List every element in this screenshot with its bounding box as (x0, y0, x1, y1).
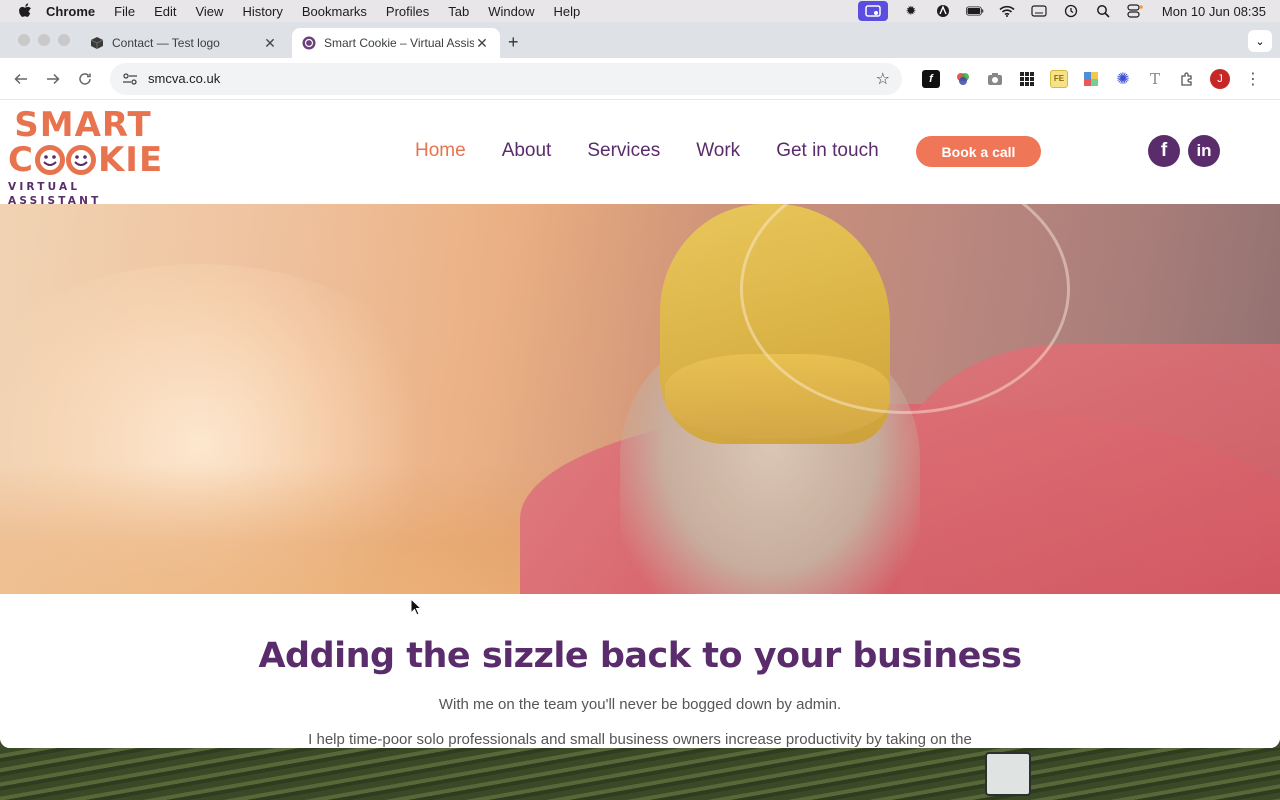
nav-services[interactable]: Services (587, 140, 660, 162)
menu-tab[interactable]: Tab (448, 4, 469, 19)
grid-extension-icon[interactable] (1018, 70, 1036, 88)
menu-profiles[interactable]: Profiles (386, 4, 429, 19)
reload-button[interactable] (74, 68, 96, 90)
site-header: SMART C KIE VIRTUAL ASSISTANT Home About… (0, 100, 1280, 207)
burst-extension-icon[interactable]: ✺ (1114, 70, 1132, 88)
bookmark-star-icon[interactable]: ☆ (876, 69, 890, 89)
back-button[interactable] (10, 68, 32, 90)
menu-file[interactable]: File (114, 4, 135, 19)
screen-record-icon[interactable] (857, 1, 888, 21)
macos-menubar: Chrome File Edit View History Bookmarks … (0, 0, 1280, 22)
logo-line-cookie: C KIE (8, 142, 176, 178)
book-a-call-button[interactable]: Book a call (916, 136, 1041, 167)
nav-work[interactable]: Work (696, 140, 740, 162)
new-tab-button[interactable]: + (508, 32, 519, 53)
wifi-icon[interactable] (998, 4, 1016, 18)
tab-title: Smart Cookie – Virtual Assistant (324, 36, 474, 50)
menu-history[interactable]: History (242, 4, 282, 19)
zoom-window-button[interactable] (58, 34, 70, 46)
page-headline: Adding the sizzle back to your business (258, 636, 1022, 676)
camera-extension-icon[interactable] (986, 70, 1004, 88)
text-extension-icon[interactable]: T (1146, 70, 1164, 88)
extensions-bar: f FE ✺ T J ⋮ (922, 68, 1262, 89)
close-window-button[interactable] (18, 34, 30, 46)
website-viewport: SMART C KIE VIRTUAL ASSISTANT Home About… (0, 100, 1280, 748)
logo-letters-kie: KIE (97, 140, 164, 180)
smiley-faces-icon (34, 143, 98, 177)
close-tab-icon[interactable]: ✕ (474, 35, 490, 52)
menu-edit[interactable]: Edit (154, 4, 176, 19)
window-thumbnail[interactable] (985, 752, 1031, 796)
logo-letter-c: C (8, 140, 34, 180)
forward-button[interactable] (42, 68, 64, 90)
extensions-puzzle-icon[interactable] (1178, 70, 1196, 88)
close-tab-icon[interactable]: ✕ (262, 35, 278, 52)
palette-extension-icon[interactable] (1082, 70, 1100, 88)
main-nav: Home About Services Work Get in touch (415, 140, 915, 162)
menu-help[interactable]: Help (554, 4, 581, 19)
battery-icon[interactable] (965, 4, 984, 18)
mouse-cursor-icon (410, 597, 423, 616)
menu-app-chrome[interactable]: Chrome (46, 4, 95, 19)
smart-cookie-logo[interactable]: SMART C KIE VIRTUAL ASSISTANT (8, 105, 176, 207)
menubar-clock[interactable]: Mon 10 Jun 08:35 (1162, 4, 1266, 19)
control-center-icon[interactable] (1126, 4, 1144, 18)
menu-view[interactable]: View (195, 4, 223, 19)
linkedin-icon[interactable]: in (1188, 135, 1220, 167)
facebook-icon[interactable]: f (1148, 135, 1180, 167)
font-extension-icon[interactable]: f (922, 69, 940, 88)
hero-image (0, 204, 1280, 594)
fe-extension-icon[interactable]: FE (1050, 69, 1068, 88)
color-picker-extension-icon[interactable] (954, 70, 972, 88)
nav-get-in-touch[interactable]: Get in touch (776, 140, 878, 162)
tab-smart-cookie[interactable]: Smart Cookie – Virtual Assistant ✕ (292, 28, 500, 58)
cube-icon (90, 36, 104, 50)
url-text[interactable]: smcva.co.uk (148, 71, 876, 86)
nav-home[interactable]: Home (415, 140, 466, 162)
tab-title: Contact — Test logo (112, 36, 220, 50)
spotlight-search-icon[interactable] (1094, 4, 1112, 18)
chrome-menu-icon[interactable]: ⋮ (1244, 70, 1262, 88)
smart-cookie-favicon-icon (302, 36, 316, 50)
tab-contact-test-logo[interactable]: Contact — Test logo ✕ (80, 28, 288, 58)
brightness-icon[interactable]: ✹ (902, 3, 920, 18)
logo-line-smart: SMART (14, 105, 152, 145)
desktop-wallpaper (0, 748, 1280, 800)
menubar-status-area: ✹ Mon 10 Jun 08:35 (857, 1, 1270, 21)
apple-icon[interactable] (18, 3, 32, 18)
app-status-icon[interactable] (934, 4, 952, 18)
time-machine-icon[interactable] (1062, 4, 1080, 18)
tab-search-chevron-icon[interactable]: ⌄ (1248, 30, 1272, 52)
menu-bookmarks[interactable]: Bookmarks (302, 4, 367, 19)
keyboard-icon[interactable] (1030, 4, 1048, 18)
hero-haze (0, 204, 1280, 594)
menu-window[interactable]: Window (488, 4, 534, 19)
address-bar[interactable]: smcva.co.uk ☆ (110, 62, 902, 95)
browser-window: Contact — Test logo ✕ Smart Cookie – Vir… (0, 22, 1280, 748)
minimize-window-button[interactable] (38, 34, 50, 46)
nav-about[interactable]: About (502, 140, 552, 162)
intro-body-text: I help time-poor solo professionals and … (308, 731, 972, 748)
site-settings-icon[interactable] (122, 71, 138, 87)
tab-strip: Contact — Test logo ✕ Smart Cookie – Vir… (0, 22, 1280, 58)
profile-avatar[interactable]: J (1210, 68, 1230, 89)
intro-section: Adding the sizzle back to your business … (0, 594, 1280, 748)
intro-subheadline: With me on the team you'll never be bogg… (438, 696, 842, 713)
browser-toolbar: smcva.co.uk ☆ f FE ✺ T J ⋮ (0, 58, 1280, 100)
window-controls (18, 34, 70, 46)
